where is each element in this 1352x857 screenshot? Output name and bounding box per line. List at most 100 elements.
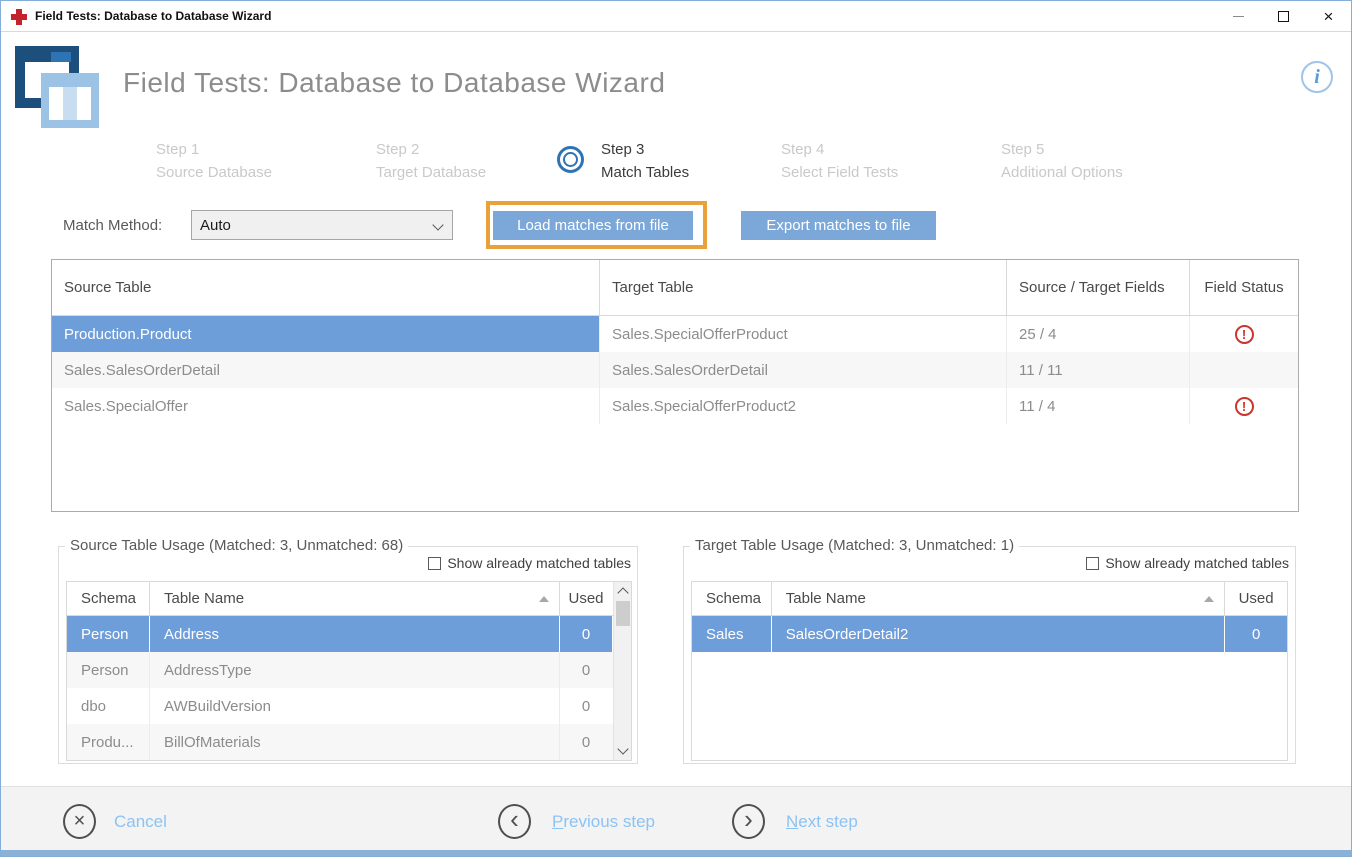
column-header-source-table[interactable]: Source Table [52,260,600,315]
step-4-number: Step 4 [781,141,824,158]
chevron-right-icon: › [744,804,753,835]
next-accelerator: N [786,812,798,831]
cell-status: ! [1190,352,1298,388]
table-row[interactable]: Production.Product Sales.SpecialOfferPro… [52,316,1298,352]
previous-step-button[interactable]: ‹ [498,804,531,839]
chevron-left-icon: ‹ [510,804,519,835]
cell-source[interactable]: Sales.SpecialOffer [52,388,600,424]
cell-target[interactable]: Sales.SpecialOfferProduct2 [600,388,1007,424]
cancel-button[interactable]: × [63,804,96,839]
source-usage-title: Source Table Usage (Matched: 3, Unmatche… [65,537,408,554]
step-3-match-tables: Step 3 Match Tables [601,138,689,184]
active-step-icon [557,146,584,173]
column-header-schema[interactable]: Schema [692,582,772,615]
cell-table-name[interactable]: AddressType [150,652,560,688]
error-icon[interactable]: ! [1235,325,1254,344]
match-method-dropdown[interactable]: Auto [191,210,453,240]
source-show-matched-row[interactable]: Show already matched tables [428,555,631,571]
close-icon: × [1324,8,1334,25]
list-item[interactable]: Sales SalesOrderDetail2 0 [692,616,1287,652]
cell-used: 0 [1225,616,1287,652]
cell-schema[interactable]: Produ... [67,724,150,760]
next-step-link[interactable]: Next step [786,812,858,832]
cell-schema[interactable]: Person [67,652,150,688]
target-usage-header: Schema Table Name Used [692,582,1287,616]
step-5-label: Additional Options [1001,161,1123,184]
cell-target[interactable]: Sales.SalesOrderDetail [600,352,1007,388]
next-step-button[interactable]: › [732,804,765,839]
cell-status: ! [1190,316,1298,352]
minimize-button[interactable] [1216,1,1261,31]
cell-table-name[interactable]: Address [150,616,560,652]
export-matches-button[interactable]: Export matches to file [741,211,936,240]
match-table: Source Table Target Table Source / Targe… [51,259,1299,512]
cell-schema[interactable]: Person [67,616,150,652]
column-header-schema[interactable]: Schema [67,582,150,615]
column-header-field-status[interactable]: Field Status [1190,260,1298,315]
cell-target[interactable]: Sales.SpecialOfferProduct [600,316,1007,352]
target-show-matched-row[interactable]: Show already matched tables [1086,555,1289,571]
sort-ascending-icon [1204,596,1214,602]
close-button[interactable]: × [1306,1,1351,31]
step-4-select-field-tests: Step 4 Select Field Tests [781,138,898,184]
error-icon[interactable]: ! [1235,397,1254,416]
source-usage-table: Schema Table Name Used Person Address 0 … [66,581,632,761]
cell-table-name[interactable]: SalesOrderDetail2 [772,616,1225,652]
info-button[interactable]: i [1301,61,1333,93]
previous-accelerator: P [552,812,563,831]
vertical-scrollbar[interactable] [613,582,631,760]
match-method-label: Match Method: [63,217,162,234]
cell-used: 0 [560,616,612,652]
list-item[interactable]: Person AddressType 0 [67,652,631,688]
table-row[interactable]: Sales.SalesOrderDetail Sales.SalesOrderD… [52,352,1298,388]
cell-source[interactable]: Sales.SalesOrderDetail [52,352,600,388]
cell-schema[interactable]: dbo [67,688,150,724]
maximize-button[interactable] [1261,1,1306,31]
target-usage-title: Target Table Usage (Matched: 3, Unmatche… [690,537,1019,554]
step-3-label: Match Tables [601,161,689,184]
scroll-down-icon[interactable] [617,743,628,754]
cell-used: 0 [560,652,612,688]
table-row[interactable]: Sales.SpecialOffer Sales.SpecialOfferPro… [52,388,1298,424]
source-table-usage-group: Source Table Usage (Matched: 3, Unmatche… [58,546,638,764]
scroll-up-icon[interactable] [617,587,628,598]
window-title: Field Tests: Database to Database Wizard [35,9,271,23]
column-header-fields[interactable]: Source / Target Fields [1007,260,1190,315]
cell-source[interactable]: Production.Product [52,316,600,352]
column-header-used[interactable]: Used [560,582,612,615]
step-4-label: Select Field Tests [781,161,898,184]
show-matched-label[interactable]: Show already matched tables [447,555,631,571]
cancel-x-icon: × [74,810,86,833]
title-bar: Field Tests: Database to Database Wizard… [1,1,1351,32]
step-2-label: Target Database [376,161,486,184]
step-1-label: Source Database [156,161,272,184]
show-matched-label[interactable]: Show already matched tables [1105,555,1289,571]
list-item[interactable]: dbo AWBuildVersion 0 [67,688,631,724]
list-item[interactable]: Produ... BillOfMaterials 0 [67,724,631,760]
page-title: Field Tests: Database to Database Wizard [123,67,665,99]
table-name-label: Table Name [786,590,866,607]
logo-front-window [41,73,99,128]
load-matches-button[interactable]: Load matches from file [493,211,693,240]
previous-step-link[interactable]: Previous step [552,812,655,832]
cell-schema[interactable]: Sales [692,616,772,652]
column-header-used[interactable]: Used [1225,582,1287,615]
cancel-link[interactable]: Cancel [114,812,167,832]
cell-fields: 11 / 4 [1007,388,1190,424]
scrollbar-thumb[interactable] [616,601,630,626]
footer-bar: × Cancel ‹ Previous step › Next step [1,786,1351,852]
step-5-additional-options: Step 5 Additional Options [1001,138,1123,184]
step-2-target-database: Step 2 Target Database [376,138,486,184]
show-matched-checkbox[interactable] [428,557,441,570]
table-name-label: Table Name [164,590,244,607]
info-icon: i [1314,66,1320,89]
list-item[interactable]: Person Address 0 [67,616,631,652]
show-matched-checkbox[interactable] [1086,557,1099,570]
next-rest: ext step [798,812,858,831]
cell-table-name[interactable]: AWBuildVersion [150,688,560,724]
column-header-table-name[interactable]: Table Name [772,582,1225,615]
window-bottom-border [1,850,1351,856]
column-header-target-table[interactable]: Target Table [600,260,1007,315]
column-header-table-name[interactable]: Table Name [150,582,560,615]
cell-table-name[interactable]: BillOfMaterials [150,724,560,760]
